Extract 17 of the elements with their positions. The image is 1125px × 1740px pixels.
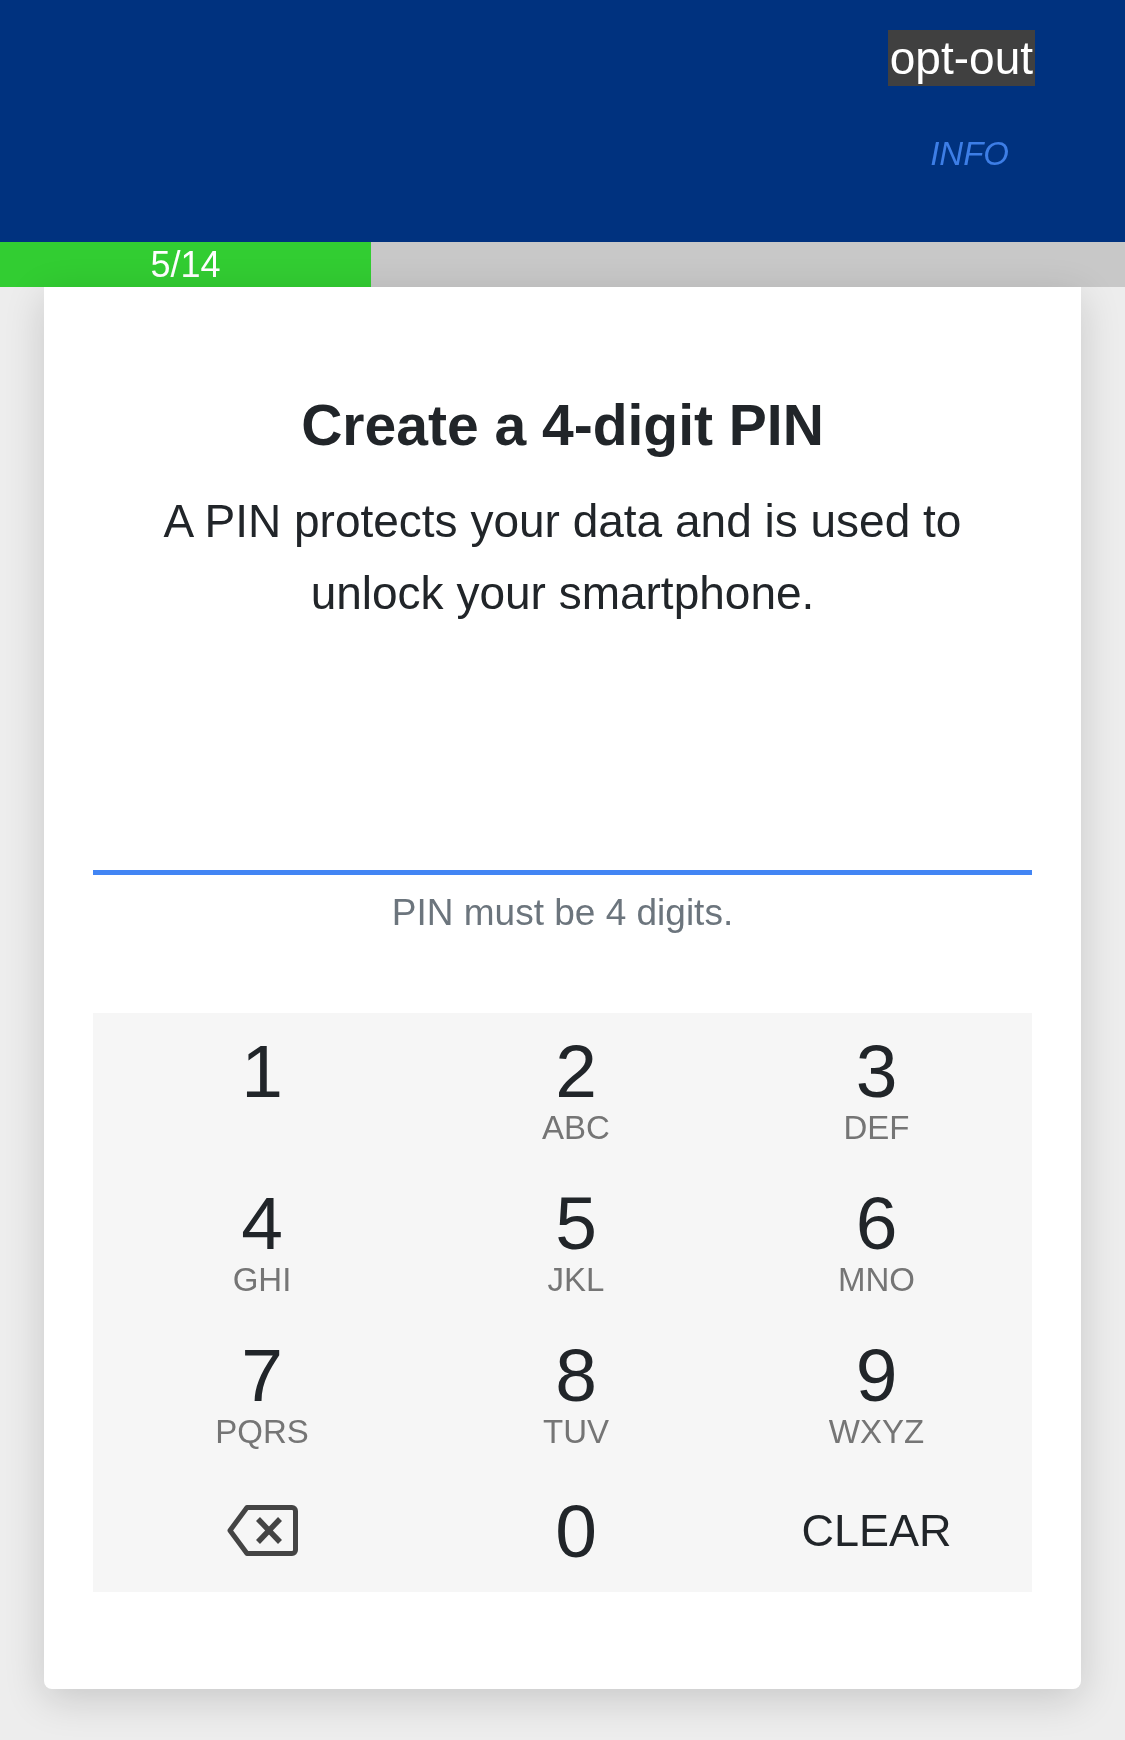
backspace-icon [226,1504,298,1557]
keypad-key[interactable]: 1 [93,1013,431,1165]
keypad-key[interactable]: 8 TUV [431,1317,721,1469]
progress-label: 5/14 [150,244,221,285]
opt-out-label[interactable]: opt-out [887,30,1035,86]
description-text: A PIN protects your data and is used to unlock your smartphone. [162,494,963,621]
keypad-key[interactable]: 4 GHI [93,1165,431,1317]
keypad-key[interactable]: 5 JKL [431,1165,721,1317]
keypad-key[interactable]: 0 [431,1469,721,1592]
page-title: Create a 4-digit PIN [301,392,824,459]
pin-helper-text: PIN must be 4 digits. [391,891,734,935]
keypad-key[interactable]: 7 PQRS [93,1317,431,1469]
keypad-key[interactable]: 6 MNO [721,1165,1032,1317]
clear-button[interactable]: CLEAR [721,1469,1032,1592]
keypad-key[interactable]: 3 DEF [721,1013,1032,1165]
keypad-key[interactable]: 2 ABC [431,1013,721,1165]
keypad-key[interactable]: 9 WXYZ [721,1317,1032,1469]
